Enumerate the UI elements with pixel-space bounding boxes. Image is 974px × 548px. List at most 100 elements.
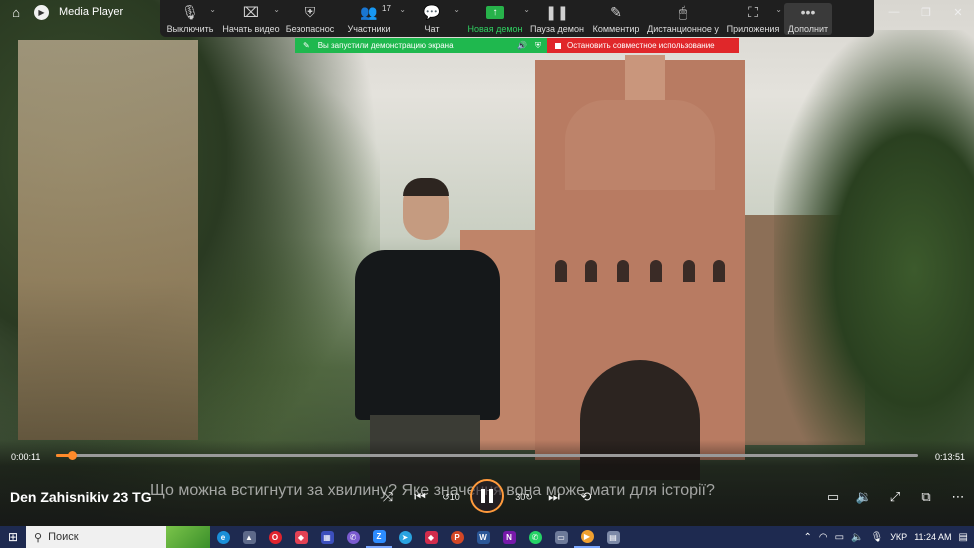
- media-player-icon: ▶: [34, 4, 49, 20]
- total-duration: 0:13:51: [935, 452, 966, 462]
- chevron-up-icon[interactable]: ⌃: [803, 532, 811, 543]
- chevron-down-icon[interactable]: ⌄: [775, 5, 782, 14]
- fullscreen-icon[interactable]: ⤢: [884, 487, 906, 507]
- title-bar: ⌂ ▶ Media Player: [0, 0, 123, 24]
- apps-button[interactable]: ⛶ ⌄ Приложения: [722, 3, 784, 35]
- word-icon: W: [476, 530, 490, 544]
- more-label: Дополнит: [787, 24, 829, 34]
- taskbar-onenote[interactable]: N: [496, 526, 522, 548]
- video-golden-gate: [535, 55, 745, 480]
- chevron-down-icon[interactable]: ⌄: [453, 5, 460, 14]
- more-button[interactable]: ••• Дополнит: [784, 3, 832, 35]
- battery-icon[interactable]: ▭: [835, 532, 844, 543]
- app-icon: ▤: [606, 530, 620, 544]
- stop-share-button[interactable]: Остановить совместное использование: [547, 38, 739, 53]
- skip-forward-button[interactable]: 30 ↻: [513, 487, 535, 507]
- minimize-button[interactable]: —: [878, 0, 910, 24]
- taskbar-store[interactable]: ▦: [314, 526, 340, 548]
- whatsapp-icon: ✆: [528, 530, 542, 544]
- telegram-icon: ➤: [398, 530, 412, 544]
- new-share-button[interactable]: ↑ ⌄ Новая демон: [464, 3, 531, 35]
- taskbar-app-14[interactable]: ▭: [548, 526, 574, 548]
- video-off-icon: ⌧: [242, 3, 260, 20]
- share-banner: ✎ Вы запустили демонстрацию экрана 🔊 ⛨ О…: [295, 38, 739, 53]
- media-title: Den Zahisnikiv 23 TG: [10, 489, 152, 505]
- microphone-icon[interactable]: 🎙: [871, 532, 884, 543]
- app-icon: ▭: [554, 530, 568, 544]
- taskbar-telegram[interactable]: ➤: [392, 526, 418, 548]
- taskbar-app-16[interactable]: ▤: [600, 526, 626, 548]
- pin-icon[interactable]: ✎: [303, 41, 310, 50]
- search-placeholder: Поиск: [48, 531, 79, 543]
- taskbar-zoom[interactable]: Z: [366, 526, 392, 548]
- annotate-button[interactable]: ✎ Комментир: [588, 3, 644, 35]
- taskbar-media-player[interactable]: ▶: [574, 526, 600, 548]
- share-status-text: Вы запустили демонстрацию экрана: [317, 41, 454, 50]
- taskbar-app-9[interactable]: ◆: [418, 526, 444, 548]
- mini-player-icon[interactable]: ⧉: [915, 487, 937, 507]
- edge-icon: e: [216, 530, 230, 544]
- windows-start-icon[interactable]: ⊞: [0, 526, 26, 548]
- apps-label: Приложения: [726, 24, 780, 34]
- chevron-down-icon[interactable]: ⌄: [209, 5, 216, 14]
- shuffle-icon[interactable]: ⤨: [377, 487, 399, 507]
- taskbar-word[interactable]: W: [470, 526, 496, 548]
- start-video-button[interactable]: ⌧ ⌄ Начать видео: [220, 3, 282, 35]
- elapsed-time: 0:00:11: [11, 452, 41, 462]
- skip-back-icon: ↺: [442, 491, 450, 502]
- previous-icon[interactable]: ⏮: [409, 487, 431, 507]
- app-title: Media Player: [59, 6, 124, 18]
- notifications-icon[interactable]: ▤: [959, 532, 968, 543]
- video-speaker: [345, 178, 505, 485]
- pause-button[interactable]: [470, 479, 504, 513]
- taskbar-app-2[interactable]: ▲: [236, 526, 262, 548]
- taskbar-edge[interactable]: e: [210, 526, 236, 548]
- taskbar-whatsapp[interactable]: ✆: [522, 526, 548, 548]
- pause-share-button[interactable]: ❚❚ Пауза демон: [526, 3, 588, 35]
- taskbar-app-4[interactable]: ◆: [288, 526, 314, 548]
- more-options-icon[interactable]: ⋯: [947, 487, 969, 507]
- repeat-off-icon[interactable]: ⟲: [575, 487, 597, 507]
- security-label: Безопаснос: [285, 24, 335, 34]
- security-button[interactable]: ⛨ Безопаснос: [282, 3, 338, 35]
- taskbar-viber[interactable]: ✆: [340, 526, 366, 548]
- seek-thumb[interactable]: [68, 451, 78, 460]
- volume-icon[interactable]: 🔉: [853, 487, 875, 507]
- language-indicator[interactable]: УКР: [890, 532, 907, 542]
- shield-icon: ⛨: [304, 3, 316, 20]
- clock[interactable]: 11:24 AM: [914, 532, 951, 542]
- restore-button[interactable]: ❐: [910, 0, 942, 24]
- taskbar-opera[interactable]: O: [262, 526, 288, 548]
- taskbar-powerpoint[interactable]: P: [444, 526, 470, 548]
- skip-forward-label: 30: [515, 492, 526, 502]
- seek-bar[interactable]: [56, 451, 918, 460]
- mute-button[interactable]: 🎙 ⌄ Выключить: [160, 3, 220, 35]
- viber-icon: ✆: [346, 530, 360, 544]
- remote-control-button[interactable]: 🖱 Дистанционное у: [644, 3, 722, 35]
- annotate-label: Комментир: [592, 24, 640, 34]
- chat-icon: 💬: [423, 3, 441, 20]
- skip-back-button[interactable]: ↺ 10: [440, 487, 462, 507]
- stop-icon: [555, 42, 561, 49]
- zoom-icon: Z: [372, 529, 386, 543]
- participants-button[interactable]: 👥 17 ⌄ Участники: [338, 3, 407, 35]
- wifi-icon[interactable]: ◠: [819, 532, 828, 543]
- screen: ⌂ ▶ Media Player — ❐ ✕ 🎙 ⌄ Выключить ⌧ ⌄…: [0, 0, 974, 548]
- chat-button[interactable]: 💬 ⌄ Чат: [400, 3, 464, 35]
- captions-icon[interactable]: ▭: [822, 487, 844, 507]
- media-player-icon: ▶: [580, 529, 594, 543]
- onenote-icon: N: [502, 530, 516, 544]
- search-highlight-image: [166, 526, 210, 548]
- home-icon[interactable]: ⌂: [8, 4, 24, 20]
- skip-back-label: 10: [449, 492, 460, 502]
- next-icon[interactable]: ⏭: [543, 487, 565, 507]
- volume-icon[interactable]: 🔈: [851, 532, 863, 543]
- close-button[interactable]: ✕: [942, 0, 974, 24]
- pause-share-label: Пауза демон: [530, 24, 584, 34]
- taskbar-search[interactable]: ⚲ Поиск: [26, 526, 210, 548]
- remote-control-label: Дистанционное у: [647, 24, 719, 34]
- more-icon: •••: [800, 4, 816, 20]
- chat-label: Чат: [424, 24, 440, 34]
- chevron-down-icon[interactable]: ⌄: [273, 5, 280, 14]
- stop-share-label: Остановить совместное использование: [567, 41, 715, 50]
